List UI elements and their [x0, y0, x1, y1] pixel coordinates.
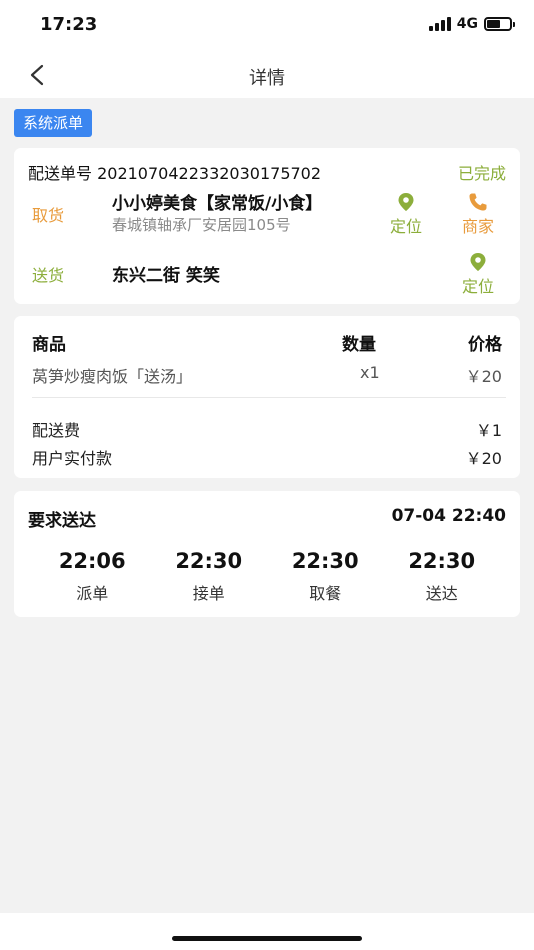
item-quantity: x1: [360, 363, 380, 382]
status-indicators: 4G: [428, 16, 515, 32]
locate-label: 定位: [390, 217, 423, 236]
location-pin-icon: [470, 253, 486, 271]
delivery-fee-value: ￥1: [475, 421, 502, 440]
location-pin-icon: [398, 193, 414, 211]
pickup-locate-button[interactable]: 定位: [390, 192, 422, 237]
goods-card: 商品 数量 价格 莴笋炒瘦肉饭「送汤」 x1 ￥20 配送费 ￥1 用户实付款 …: [14, 316, 520, 478]
pickup-label: 取货: [32, 206, 65, 225]
timeline-step-pickup: 22:30 取餐: [267, 549, 384, 604]
shop-address: 春城镇轴承厂安居园105号: [112, 216, 291, 234]
step-label: 派单: [76, 584, 109, 603]
step-label: 送达: [425, 584, 458, 603]
timeline-step-delivered: 22:30 送达: [384, 549, 501, 604]
required-arrival-label: 要求送达: [28, 511, 96, 531]
step-time: 22:30: [408, 549, 476, 573]
step-time: 22:30: [175, 549, 243, 573]
deliver-locate-button[interactable]: 定位: [462, 252, 494, 297]
timeline-step-accept: 22:30 接单: [151, 549, 268, 604]
nav-bar: 详情: [0, 50, 534, 98]
signal-icon: [428, 17, 451, 31]
phone-icon: [469, 193, 487, 211]
battery-icon: [484, 17, 515, 31]
network-type: 4G: [456, 16, 478, 32]
locate-label: 定位: [462, 277, 495, 296]
paid-amount-value: ￥20: [465, 449, 502, 468]
delivery-time-card: 要求送达 07-04 22:40 22:06 派单 22:30 接单 22:30…: [14, 491, 520, 617]
timeline-step-dispatch: 22:06 派单: [34, 549, 151, 604]
goods-header: 商品: [32, 335, 66, 355]
divider: [32, 397, 506, 398]
status-time: 17:23: [40, 14, 98, 35]
order-number: 配送单号 202107042233203017570​2: [28, 164, 322, 183]
order-status-badge: 已完成: [457, 164, 506, 183]
call-merchant-button[interactable]: 商家: [462, 192, 494, 237]
step-time: 22:06: [58, 549, 126, 573]
merchant-label: 商家: [462, 217, 495, 236]
status-bar: 17:23 4G: [0, 0, 534, 50]
step-time: 22:30: [291, 549, 359, 573]
order-card: 配送单号 202107042233203017570​2 已完成 取货 小小婷美…: [14, 148, 520, 304]
bottom-safe-area: [0, 913, 534, 950]
page-title: 详情: [249, 68, 285, 89]
price-header: 价格: [468, 335, 502, 355]
top-bar: 17:23 4G 详情: [0, 0, 534, 98]
step-label: 取餐: [309, 584, 342, 603]
delivery-fee-label: 配送费: [32, 421, 81, 440]
shop-name: 小小婷美食【家常饭/小食】: [112, 194, 323, 214]
dispatch-type-badge: 系统派单: [14, 109, 93, 137]
paid-amount-label: 用户实付款: [32, 449, 113, 468]
required-arrival-time: 07-04 22:40: [391, 506, 506, 526]
deliver-label: 送货: [32, 266, 65, 285]
home-indicator[interactable]: [172, 936, 362, 941]
delivery-timeline: 22:06 派单 22:30 接单 22:30 取餐 22:30 送达: [34, 549, 500, 604]
step-label: 接单: [192, 584, 225, 603]
item-price: ￥20: [465, 367, 502, 386]
item-name: 莴笋炒瘦肉饭「送汤」: [32, 367, 193, 386]
quantity-header: 数量: [342, 335, 376, 355]
deliver-address: 东兴二街 笑笑: [112, 266, 220, 286]
